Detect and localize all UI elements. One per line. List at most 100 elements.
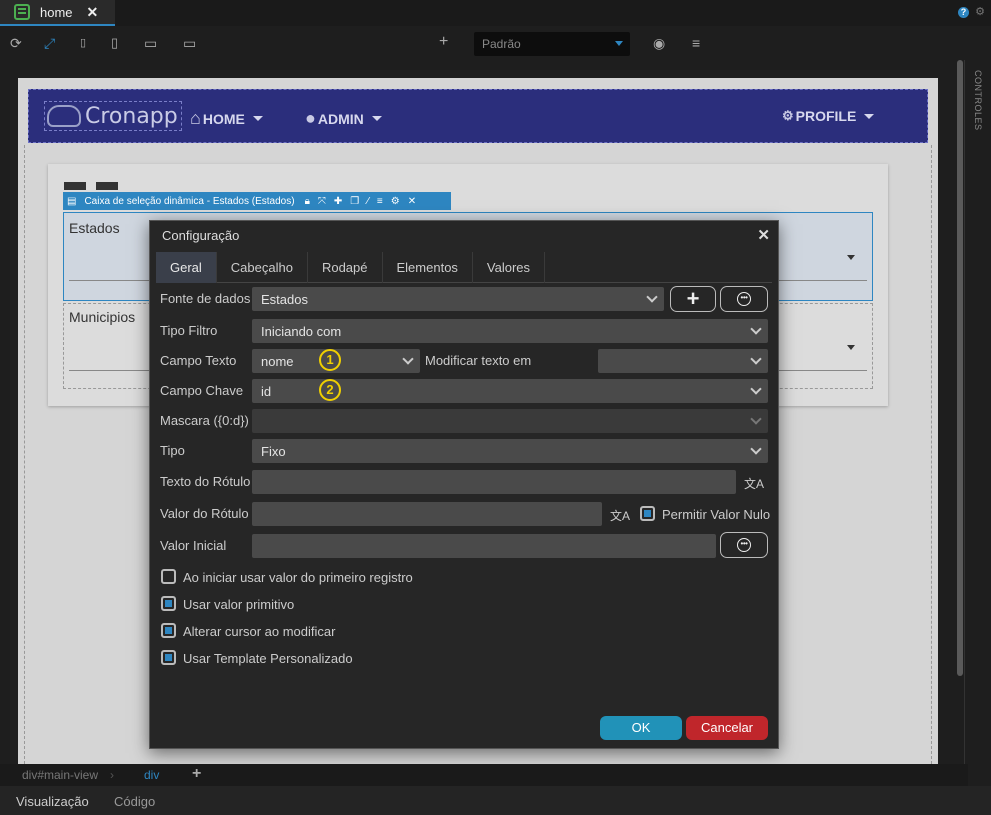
wand-icon[interactable]: ⁄	[367, 196, 369, 207]
fonte-dados-value: Estados	[261, 292, 308, 307]
laptop-icon[interactable]: ▭	[183, 35, 196, 52]
alterar-cursor-checkbox[interactable]	[161, 623, 176, 638]
tab-cabecalho[interactable]: Cabeçalho	[217, 252, 308, 283]
nav-profile[interactable]: ⚙ PROFILE	[782, 108, 875, 124]
drag-icon[interactable]	[64, 182, 86, 190]
bottom-tabs: Visualização Código	[0, 786, 991, 815]
dialog-title: Configuração	[162, 228, 240, 243]
primeiro-registro-label: Ao iniciar usar valor do primeiro regist…	[183, 570, 413, 585]
app-logo[interactable]: Cronapp	[44, 101, 182, 131]
chevron-down-icon	[646, 291, 658, 303]
campo-chave-value: id	[261, 384, 272, 399]
device-select[interactable]: Padrão	[474, 32, 630, 56]
template-personalizado-label: Usar Template Personalizado	[183, 651, 353, 666]
tipo-filtro-select[interactable]: Iniciando com	[252, 319, 768, 343]
user-icon: ●	[305, 108, 316, 128]
tipo-value: Fixo	[261, 444, 286, 459]
controls-panel-label: CONTROLES	[973, 70, 983, 131]
editor-tabbar: home ✕ ? ⚙	[0, 0, 991, 26]
add-icon[interactable]: +	[439, 33, 448, 51]
estados-label: Estados	[69, 220, 120, 236]
expand-icon[interactable]: ⤧	[318, 196, 326, 207]
valor-rotulo-input[interactable]	[252, 502, 602, 526]
tab-codigo[interactable]: Código	[114, 794, 155, 809]
municipios-label: Municipios	[69, 309, 136, 325]
dialog-tabs: Geral Cabeçalho Rodapé Elementos Valores	[156, 252, 772, 283]
ellipsis-icon: •••	[737, 292, 751, 306]
component-title: Caixa de seleção dinâmica - Estados (Est…	[84, 195, 295, 207]
nav-admin-label: ADMIN	[317, 110, 364, 127]
controls-panel-toggle[interactable]: CONTROLES	[964, 60, 991, 764]
tab-elementos[interactable]: Elementos	[383, 252, 473, 283]
tab-valores[interactable]: Valores	[473, 252, 546, 283]
device-select-value: Padrão	[482, 37, 521, 51]
canvas-scrollbar-thumb[interactable]	[957, 60, 963, 676]
tipo-label: Tipo	[160, 443, 185, 458]
translate-icon[interactable]: 文A	[610, 507, 630, 524]
tab-home[interactable]: home ✕	[0, 0, 115, 26]
refresh-icon[interactable]: ⟳	[10, 35, 22, 52]
close-icon[interactable]: ✕	[408, 196, 416, 207]
add-icon[interactable]: +	[192, 765, 201, 783]
tablet-icon[interactable]: ▯	[111, 35, 118, 51]
tipo-filtro-label: Tipo Filtro	[160, 323, 218, 338]
drag-icon[interactable]	[96, 182, 118, 190]
permitir-nulo-checkbox[interactable]	[640, 506, 655, 521]
copy-icon[interactable]: ❐	[350, 196, 359, 207]
nav-admin[interactable]: ● ADMIN	[305, 108, 382, 129]
help-icon[interactable]: ?	[958, 7, 969, 18]
valor-primitivo-label: Usar valor primitivo	[183, 597, 295, 612]
chevron-down-icon	[750, 383, 762, 395]
caret-down-icon	[847, 255, 855, 260]
component-icon: ▤	[67, 195, 77, 207]
nav-profile-label: PROFILE	[795, 108, 857, 124]
valor-inicial-input[interactable]	[252, 534, 716, 558]
breadcrumb-item-main-view[interactable]: div#main-view	[22, 768, 98, 782]
add-icon[interactable]: ✚	[334, 196, 342, 207]
chevron-down-icon	[750, 353, 762, 365]
breadcrumb-item-div[interactable]: div	[144, 768, 159, 782]
chevron-down-icon	[402, 353, 414, 365]
eye-slash-icon[interactable]: ◉	[653, 35, 665, 52]
mascara-select[interactable]	[252, 409, 768, 433]
valor-inicial-options-button[interactable]: •••	[720, 532, 768, 558]
fonte-dados-select[interactable]: Estados	[252, 287, 664, 311]
texto-rotulo-label: Texto do Rótulo	[160, 474, 251, 489]
phone-icon[interactable]: ▯	[80, 36, 86, 49]
component-toolbar: ▤ Caixa de seleção dinâmica - Estados (E…	[63, 192, 451, 210]
database-icon[interactable]: ≡	[377, 196, 383, 207]
datasource-options-button[interactable]: •••	[720, 286, 768, 312]
primeiro-registro-checkbox[interactable]	[161, 569, 176, 584]
tipo-select[interactable]: Fixo	[252, 439, 768, 463]
fonte-dados-label: Fonte de dados	[160, 291, 251, 306]
mascara-label: Mascara ({0:d})	[160, 413, 249, 428]
valor-rotulo-label: Valor do Rótulo	[160, 506, 249, 521]
tab-visualizacao[interactable]: Visualização	[16, 794, 89, 809]
alterar-cursor-label: Alterar cursor ao modificar	[183, 624, 336, 639]
desktop-icon[interactable]: ▭	[144, 35, 157, 52]
template-personalizado-checkbox[interactable]	[161, 650, 176, 665]
settings-icon[interactable]: ⚙	[975, 5, 985, 18]
cancel-button[interactable]: Cancelar	[686, 716, 768, 740]
close-icon[interactable]: ✕	[757, 226, 770, 244]
caret-down-icon	[847, 345, 855, 350]
translate-icon[interactable]: 文A	[744, 475, 764, 492]
chevron-down-icon	[615, 41, 623, 46]
add-datasource-button[interactable]: +	[670, 286, 716, 312]
tab-rodape[interactable]: Rodapé	[308, 252, 383, 283]
tab-geral[interactable]: Geral	[156, 252, 217, 283]
close-tab-icon[interactable]: ✕	[87, 4, 99, 21]
cog-icon: ⚙	[782, 108, 794, 123]
ok-button[interactable]: OK	[600, 716, 682, 740]
campo-texto-label: Campo Texto	[160, 353, 237, 368]
form-icon	[14, 4, 30, 20]
fullscreen-icon[interactable]: ⤢	[44, 35, 55, 52]
valor-primitivo-checkbox[interactable]	[161, 596, 176, 611]
texto-rotulo-input[interactable]	[252, 470, 736, 494]
modificar-texto-select[interactable]	[598, 349, 768, 373]
settings-icon[interactable]: ⚙	[391, 196, 400, 207]
lock-icon[interactable]: 🔒︎	[305, 196, 310, 207]
configuration-dialog: Configuração ✕ Geral Cabeçalho Rodapé El…	[149, 220, 779, 749]
nav-home[interactable]: ⌂ HOME	[190, 108, 263, 129]
database-icon[interactable]: ≡	[692, 35, 700, 51]
